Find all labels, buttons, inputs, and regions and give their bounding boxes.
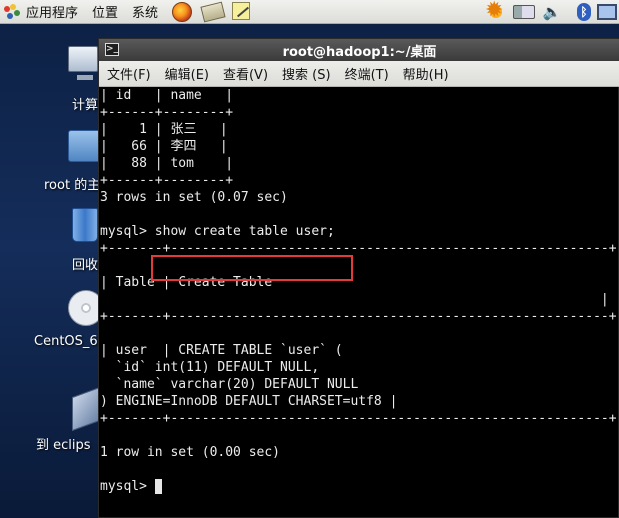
desktop-icon-label: 计算 [72, 98, 99, 113]
terminal-line: +-------+-------------------------------… [100, 411, 617, 426]
terminal-line: | 66 | 李四 | [100, 139, 228, 154]
terminal-line: +-------+-------------------------------… [100, 309, 617, 324]
display-icon[interactable] [597, 1, 619, 23]
menu-terminal[interactable]: 终端(T) [345, 64, 389, 83]
terminal-line: 1 row in set (0.00 sec) [100, 445, 281, 460]
menu-help[interactable]: 帮助(H) [403, 64, 449, 83]
terminal-titlebar[interactable]: >_ root@hadoop1:~/桌面 [99, 39, 619, 61]
terminal-line: `id` int(11) DEFAULT NULL, [100, 360, 320, 375]
menu-search[interactable]: 搜索 (S) [282, 64, 331, 83]
mysql-command-line: mysql> show create table user; [100, 224, 335, 239]
network-icon[interactable] [513, 1, 535, 23]
terminal-line: `name` varchar(20) DEFAULT NULL [100, 377, 359, 392]
desktop-icon-label: CentOS_6 [34, 334, 98, 349]
text-cursor [154, 479, 162, 494]
window-title: root@hadoop1:~/桌面 [282, 44, 437, 60]
menu-edit[interactable]: 编辑(E) [165, 64, 209, 83]
menu-places[interactable]: 位置 [92, 2, 118, 21]
eclipse-link-icon [72, 386, 100, 432]
terminal-line: | 88 | tom | [100, 156, 234, 171]
desktop-icon-computer[interactable]: 计算 [66, 44, 100, 114]
terminal-menubar: 文件(F) 编辑(E) 查看(V) 搜索 (S) 终端(T) 帮助(H) [99, 61, 619, 87]
terminal-line: | user | CREATE TABLE `user` ( [100, 343, 343, 358]
desktop-icon-centos-disc[interactable]: CentOS_6 [34, 290, 104, 354]
terminal-line: ) ENGINE=InnoDB DEFAULT CHARSET=utf8 | [100, 394, 398, 409]
bluetooth-icon[interactable]: ᛒ [569, 1, 591, 23]
trash-icon [72, 208, 98, 242]
gnome-foot-icon[interactable] [4, 3, 20, 20]
weather-icon[interactable] [485, 0, 507, 23]
system-tray: 🔈 ᛒ [479, 0, 619, 24]
mail-icon[interactable] [200, 1, 226, 22]
volume-icon[interactable]: 🔈 [541, 1, 563, 23]
terminal-line: | [100, 292, 609, 307]
home-folder-icon [68, 130, 102, 162]
desktop-icon-label: 回收 [72, 258, 99, 273]
prompt-text: mysql> [100, 479, 155, 494]
menu-file[interactable]: 文件(F) [107, 64, 151, 83]
panel-menu: 应用程序 位置 系统 [0, 0, 172, 24]
firefox-icon[interactable] [172, 1, 194, 22]
note-icon[interactable] [232, 1, 254, 22]
desktop-icon-label: root 的主 [44, 178, 101, 193]
terminal-window[interactable]: >_ root@hadoop1:~/桌面 文件(F) 编辑(E) 查看(V) 搜… [98, 38, 619, 518]
menu-applications[interactable]: 应用程序 [26, 2, 78, 21]
terminal-line: | id | name | [100, 88, 234, 103]
top-panel: 应用程序 位置 系统 🔈 ᛒ [0, 0, 619, 24]
prompt-line: mysql> [100, 478, 619, 495]
command-highlight-box [151, 255, 353, 281]
desktop-icon-trash[interactable]: 回收 [70, 208, 100, 273]
terminal-line: 3 rows in set (0.07 sec) [100, 190, 288, 205]
terminal-output[interactable]: | id | name | +------+--------+ | 1 | 张三… [99, 87, 619, 518]
terminal-line: +------+--------+ [100, 173, 234, 188]
menu-view[interactable]: 查看(V) [223, 64, 268, 83]
terminal-line: | 1 | 张三 | [100, 122, 228, 137]
desktop-icon-home[interactable]: root 的主 [44, 130, 102, 194]
terminal-window-icon[interactable]: >_ [105, 43, 119, 56]
computer-icon [68, 46, 98, 80]
menu-system[interactable]: 系统 [132, 2, 158, 21]
terminal-line: +------+--------+ [100, 105, 234, 120]
desktop-icon-label: 到 eclips [36, 438, 91, 453]
panel-launchers [172, 1, 262, 22]
desktop-icon-eclipse[interactable]: 到 eclips [36, 386, 100, 456]
